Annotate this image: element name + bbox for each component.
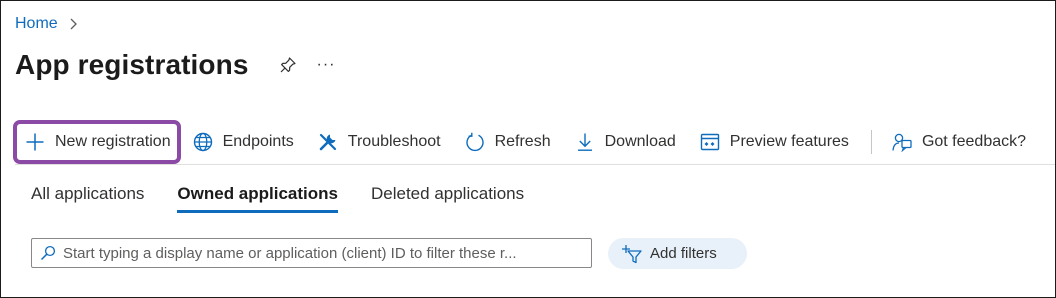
title-row: App registrations ··· (15, 49, 336, 81)
download-label: Download (604, 133, 676, 150)
refresh-button[interactable]: Refresh (459, 122, 557, 162)
got-feedback-button[interactable]: Got feedback? (886, 122, 1032, 162)
search-input[interactable] (63, 244, 583, 262)
download-icon (577, 133, 592, 151)
filter-add-icon (622, 244, 642, 263)
preview-icon (700, 133, 719, 151)
feedback-icon (892, 133, 912, 152)
pin-icon[interactable] (279, 56, 297, 74)
preview-features-button[interactable]: Preview features (694, 122, 855, 162)
troubleshoot-button[interactable]: Troubleshoot (312, 122, 447, 162)
download-button[interactable]: Download (569, 122, 682, 162)
add-filters-label: Add filters (650, 245, 717, 262)
page-title: App registrations (15, 49, 249, 80)
chevron-right-icon (70, 18, 77, 30)
breadcrumb-home-link[interactable]: Home (15, 15, 58, 33)
tab-list: All applications Owned applications Dele… (31, 184, 557, 213)
endpoints-button[interactable]: Endpoints (187, 122, 300, 162)
filter-search-box (31, 238, 592, 268)
tab-all-applications[interactable]: All applications (31, 184, 144, 213)
got-feedback-label: Got feedback? (921, 133, 1027, 150)
breadcrumb: Home (15, 15, 80, 33)
globe-icon (193, 132, 212, 152)
refresh-icon (465, 132, 484, 152)
search-icon (40, 245, 56, 261)
plus-icon (26, 133, 44, 151)
wrench-icon (319, 133, 336, 151)
toolbar-divider (870, 130, 872, 154)
add-filters-button[interactable]: Add filters (608, 238, 747, 269)
troubleshoot-label: Troubleshoot (347, 133, 441, 150)
new-registration-label: New registration (55, 133, 171, 150)
tab-owned-applications[interactable]: Owned applications (177, 184, 338, 213)
command-bar-divider (15, 164, 1055, 165)
preview-features-label: Preview features (729, 133, 849, 150)
command-bar: New registration Endpoints Troubleshoot (13, 119, 1032, 165)
new-registration-button[interactable]: New registration (13, 120, 181, 164)
refresh-label: Refresh (494, 133, 551, 150)
more-options-button[interactable]: ··· (317, 56, 336, 74)
tab-deleted-applications[interactable]: Deleted applications (371, 184, 524, 213)
app-registrations-blade: Home App registrations ··· New registrat… (0, 0, 1056, 298)
endpoints-label: Endpoints (222, 133, 294, 150)
